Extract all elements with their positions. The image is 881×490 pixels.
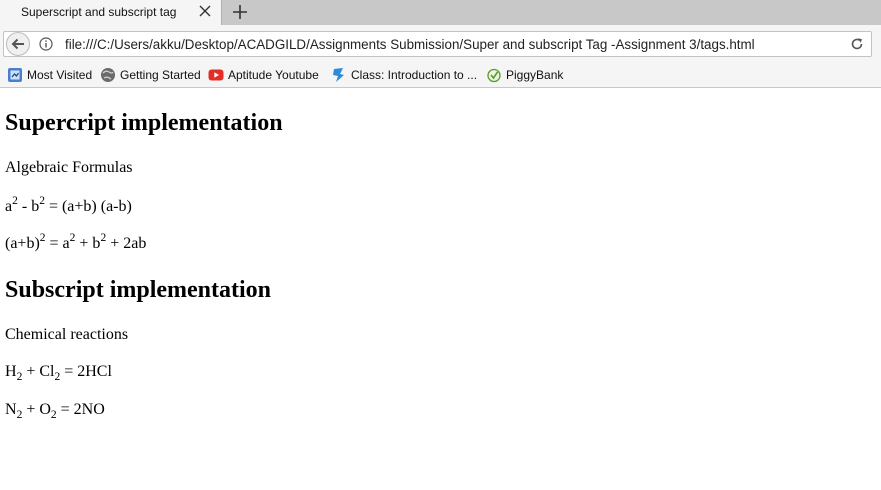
firefox-globe-icon [101, 68, 115, 82]
formula-term: (a+b) [5, 235, 40, 252]
close-tab-icon[interactable] [198, 4, 212, 18]
piggybank-icon [487, 68, 501, 83]
url-text[interactable]: file:///C:/Users/akku/Desktop/ACADGILD/A… [65, 37, 755, 52]
tab-title: Superscript and subscript tag [21, 5, 177, 19]
bookmark-label: Most Visited [27, 68, 93, 82]
most-visited-icon [8, 68, 22, 82]
bookmark-piggybank[interactable]: PiggyBank [486, 67, 566, 83]
bookmark-getting-started[interactable]: Getting Started [100, 67, 204, 83]
new-tab-plus-icon[interactable] [231, 3, 249, 21]
youtube-icon [208, 69, 224, 81]
reload-icon[interactable] [849, 36, 865, 52]
algebra-label: Algebraic Formulas [5, 159, 133, 176]
bookmark-most-visited[interactable]: Most Visited [7, 67, 97, 83]
address-bar[interactable]: file:///C:/Users/akku/Desktop/ACADGILD/A… [3, 31, 872, 57]
formula-term: - b [17, 198, 40, 215]
tab-strip: Superscript and subscript tag [0, 0, 881, 25]
back-arrow-icon[interactable] [5, 32, 31, 56]
superscript-heading: Supercript implementation [5, 110, 283, 136]
bookmark-label: Getting Started [120, 68, 201, 82]
reaction-term: H [5, 363, 17, 380]
bookmark-aptitude-youtube[interactable]: Aptitude Youtube [208, 67, 326, 83]
reaction-term: = 2NO [56, 401, 105, 418]
formula-term: + 2ab [106, 235, 147, 252]
bookmark-label: Aptitude Youtube [228, 68, 319, 82]
bookmark-label: PiggyBank [506, 68, 564, 82]
reaction-term: N [5, 401, 17, 418]
chem-label: Chemical reactions [5, 326, 129, 343]
bookmarks-toolbar: Most Visited Getting Started Aptitude Yo… [0, 63, 881, 88]
reaction-no: N2 + O2 = 2NO [5, 401, 105, 421]
reaction-term: + Cl [22, 363, 55, 380]
formula-term: = (a+b) (a-b) [44, 198, 132, 215]
info-icon[interactable] [39, 37, 53, 51]
reaction-hcl: H2 + Cl2 = 2HCl [5, 363, 112, 383]
formula-term: + b [75, 235, 101, 252]
class-site-icon [333, 68, 344, 82]
reaction-term: + O [22, 401, 51, 418]
navigation-bar: file:///C:/Users/akku/Desktop/ACADGILD/A… [0, 25, 881, 63]
formula-term: = a [45, 235, 70, 252]
subscript-heading: Subscript implementation [5, 277, 272, 303]
formula-difference-of-squares: a2 - b2 = (a+b) (a-b) [5, 195, 132, 216]
formula-square-of-sum: (a+b)2 = a2 + b2 + 2ab [5, 232, 147, 253]
tab-active[interactable]: Superscript and subscript tag [0, 0, 222, 25]
bookmark-label: Class: Introduction to ... [351, 68, 478, 82]
reaction-term: = 2HCl [60, 363, 112, 380]
bookmark-class-introduction[interactable]: Class: Introduction to ... [331, 67, 481, 83]
